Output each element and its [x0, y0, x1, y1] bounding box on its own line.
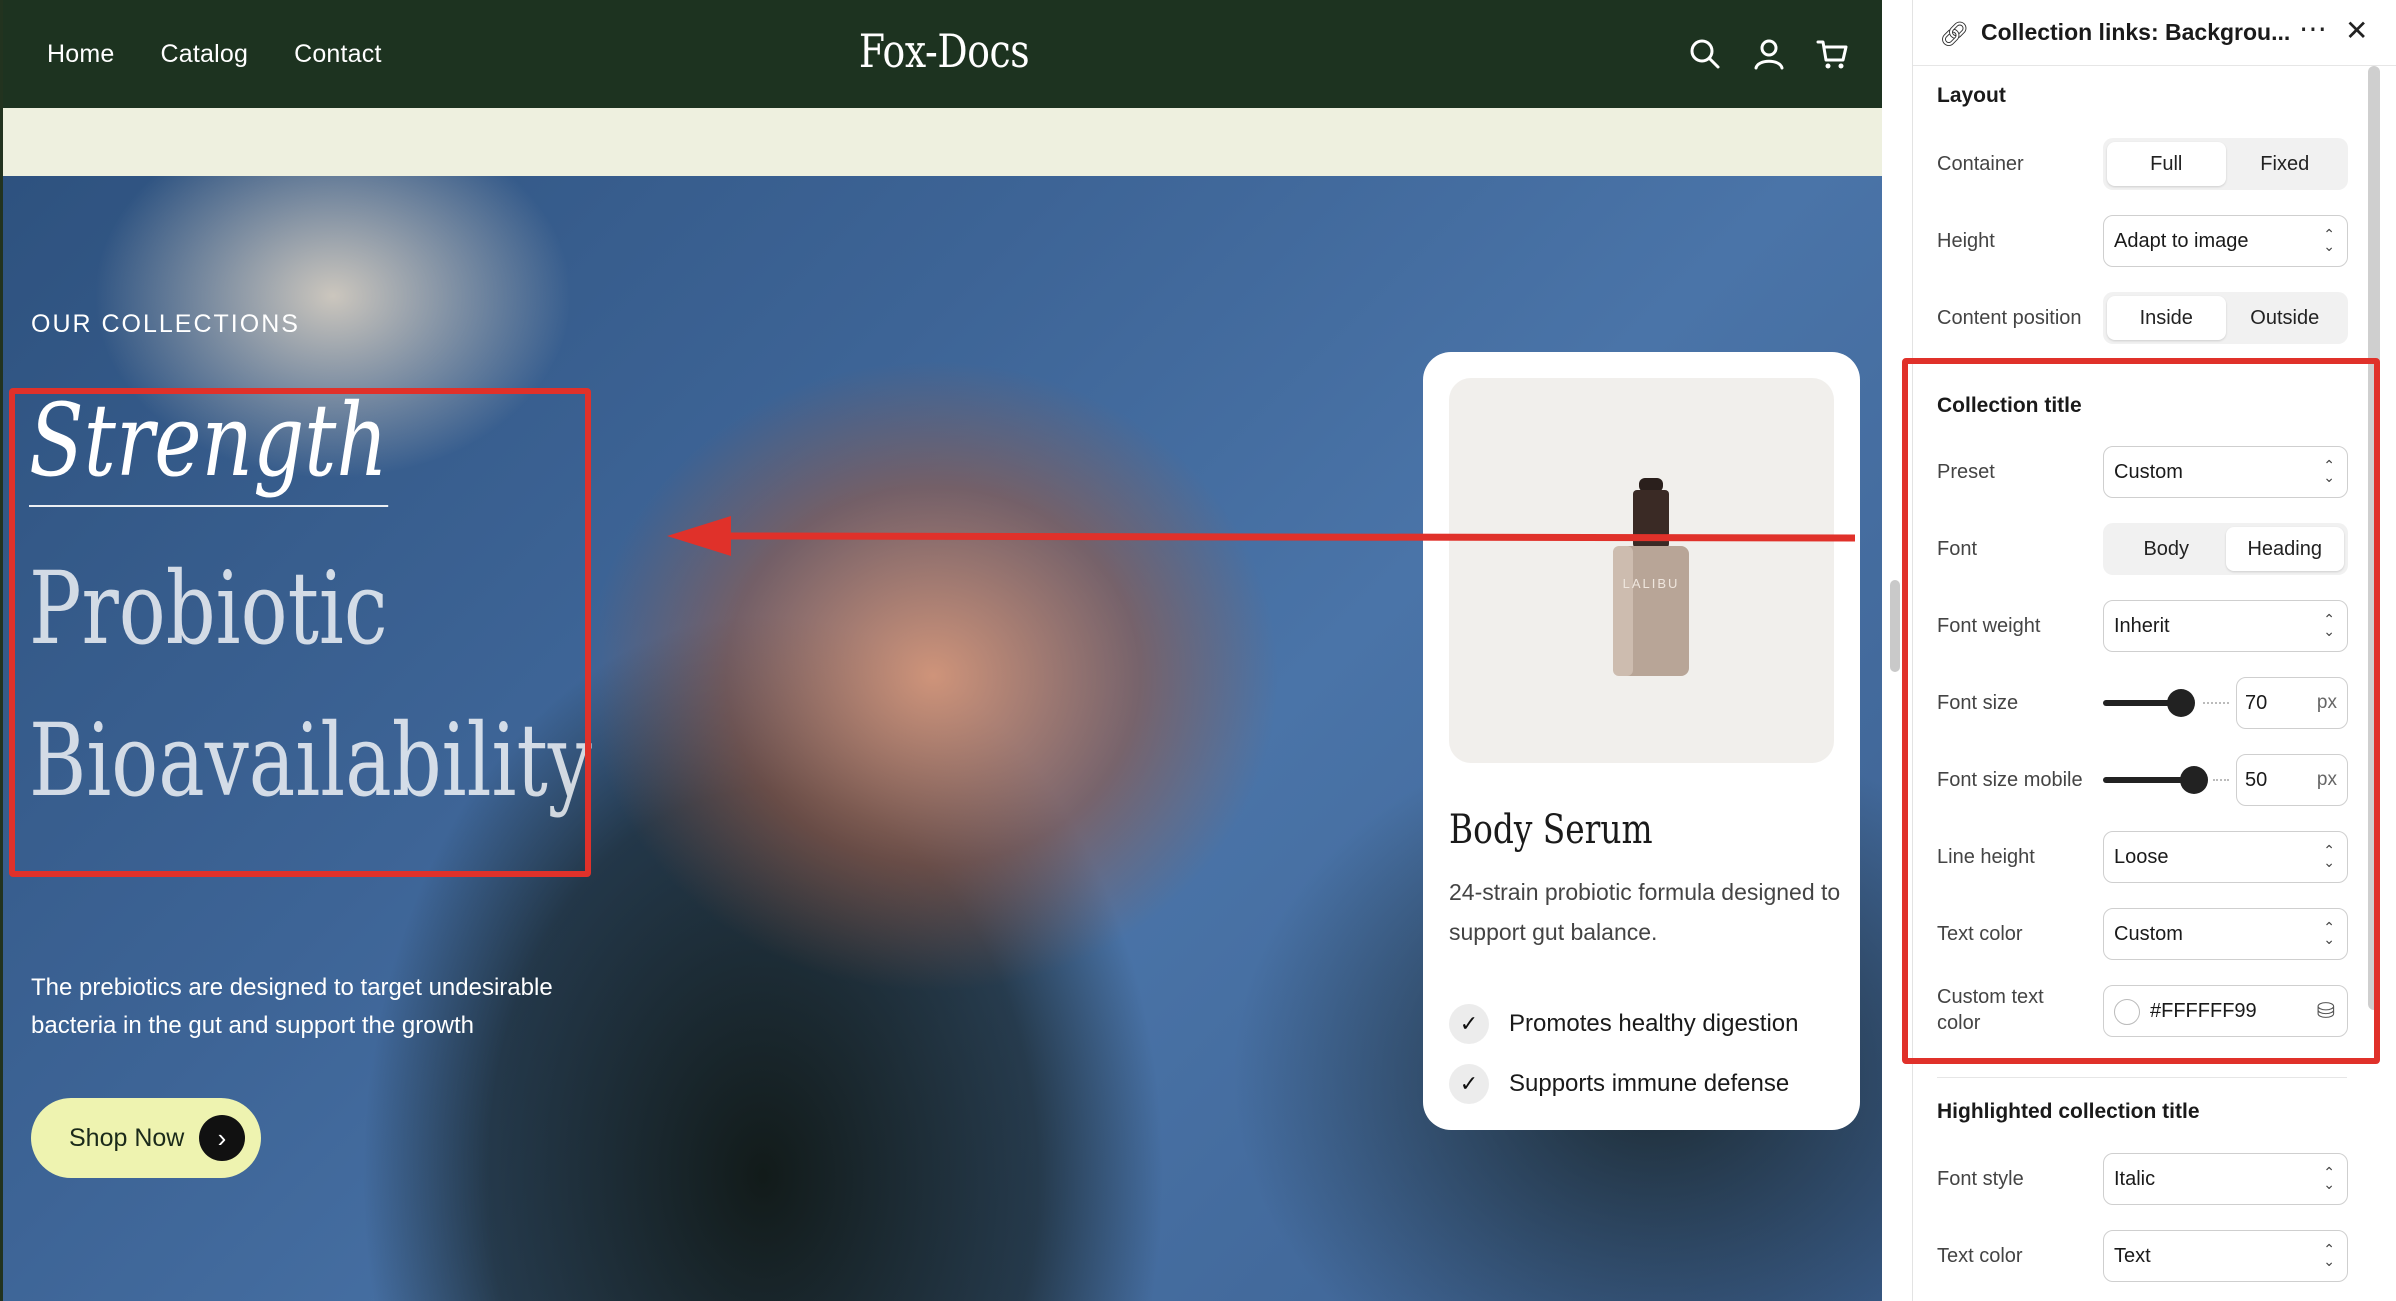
content-position-outside-option[interactable]: Outside [2226, 296, 2345, 340]
more-options-icon[interactable]: ⋯ [2299, 12, 2328, 45]
container-toggle: Full Fixed [2103, 138, 2348, 190]
highlight-text-color-select[interactable]: Text ⌃ ⌄ [2103, 1230, 2348, 1282]
link-icon: 🔗︎ [1939, 21, 1970, 48]
section-title-highlighted: Highlighted collection title [1937, 1100, 2200, 1123]
container-full-option[interactable]: Full [2107, 142, 2226, 186]
content-position-inside-option[interactable]: Inside [2107, 296, 2226, 340]
height-label: Height [1937, 230, 1995, 252]
chevron-up-down-icon: ⌃ ⌄ [2323, 226, 2335, 254]
container-label: Container [1937, 153, 2024, 175]
chevron-up-down-icon: ⌃ ⌄ [2323, 1241, 2335, 1269]
annotation-highlight-box [1902, 358, 2380, 1064]
font-style-label: Font style [1937, 1168, 2024, 1190]
height-value: Adapt to image [2114, 229, 2249, 252]
highlight-text-color-label: Text color [1937, 1245, 2023, 1267]
container-fixed-option[interactable]: Fixed [2226, 142, 2345, 186]
store-preview: Home Catalog Contact Fox-Docs OUR COLLEC… [0, 0, 1882, 1301]
chevron-up-down-icon: ⌃ ⌄ [2323, 1164, 2335, 1192]
section-title-layout: Layout [1937, 84, 2006, 107]
content-position-toggle: Inside Outside [2103, 292, 2348, 344]
height-select[interactable]: Adapt to image ⌃ ⌄ [2103, 215, 2348, 267]
content-position-label: Content position [1937, 307, 2082, 329]
font-style-select[interactable]: Italic ⌃ ⌄ [2103, 1153, 2348, 1205]
panel-header: 🔗︎ Collection links: Backgrou... ⋯ ✕ [1913, 0, 2396, 66]
panel-title: Collection links: Backgrou... [1981, 19, 2291, 45]
resize-handle[interactable] [1890, 580, 1900, 672]
close-icon[interactable]: ✕ [2345, 14, 2368, 47]
annotation-arrow [667, 516, 1856, 556]
section-divider [1937, 1077, 2347, 1078]
font-style-value: Italic [2114, 1167, 2156, 1190]
highlight-text-color-value: Text [2114, 1244, 2151, 1267]
